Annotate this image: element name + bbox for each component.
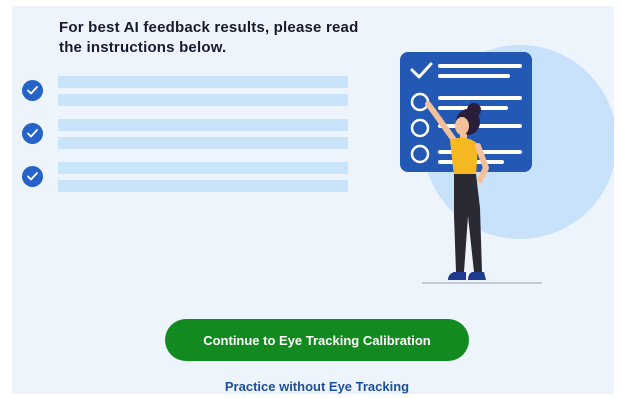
checklist-illustration — [400, 45, 614, 284]
checkmark-icon — [22, 80, 43, 101]
instruction-text-placeholder — [58, 76, 348, 88]
board-line — [438, 64, 522, 68]
checkmark-icon — [22, 166, 43, 187]
instruction-text-placeholder — [58, 137, 348, 149]
instructions-heading: For best AI feedback results, please rea… — [59, 19, 359, 56]
instructions-panel: For best AI feedback results, please rea… — [12, 6, 614, 394]
board-line — [438, 124, 522, 128]
instruction-text-placeholder — [58, 119, 348, 131]
checklist-item — [22, 76, 352, 110]
instructions-checklist — [22, 76, 352, 205]
instruction-text-placeholder — [58, 180, 348, 192]
instruction-text-placeholder — [58, 94, 348, 106]
board-line — [438, 74, 510, 78]
board-line — [438, 96, 522, 100]
checklist-item — [22, 162, 352, 196]
checklist-item — [22, 119, 352, 153]
checkmark-icon — [22, 123, 43, 144]
floor-line — [422, 282, 542, 284]
instruction-text-placeholder — [58, 162, 348, 174]
practice-without-eye-tracking-link[interactable]: Practice without Eye Tracking — [165, 379, 469, 394]
continue-eye-tracking-button[interactable]: Continue to Eye Tracking Calibration — [165, 319, 469, 361]
